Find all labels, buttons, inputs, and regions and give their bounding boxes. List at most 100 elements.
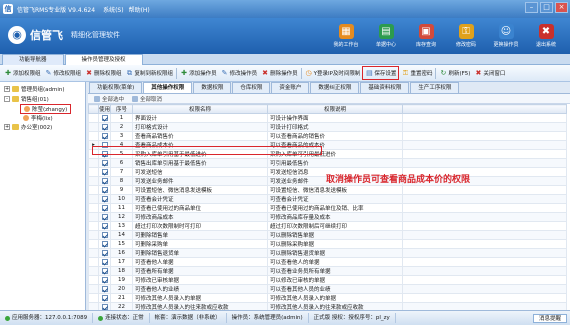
quick-button-desk[interactable]: ▦ 我的工作台 xyxy=(326,20,366,52)
menu-system[interactable]: 系统(S) xyxy=(103,5,124,14)
table-row[interactable]: 2 打印格式设计 可设计打印格式 xyxy=(88,122,567,132)
save-button[interactable]: ▤ 保存设置 xyxy=(362,66,400,80)
tree-node-admin-group[interactable]: + 管理员组(admin) xyxy=(4,85,65,93)
row-checkbox[interactable] xyxy=(98,248,111,258)
table-row[interactable]: 20 可查看他人的业绩 可以查看其他人员的业绩 xyxy=(88,284,567,294)
checkbox-icon[interactable] xyxy=(101,177,108,184)
checkbox-icon[interactable] xyxy=(101,159,108,166)
tree-node-sales-group[interactable]: - 销售组(01) xyxy=(4,95,49,103)
header-name[interactable]: 权限名称 xyxy=(132,104,268,114)
row-checkbox[interactable] xyxy=(98,293,111,303)
table-row[interactable]: 11 可查看已使用过的商品单位 可查看已使用过的商品单位及销、比率 xyxy=(88,203,567,213)
select-all-button[interactable]: 全部选中 xyxy=(94,95,124,103)
table-row[interactable]: 21 可修改其他人员录入的单据 可修改其他人员录入的单据 xyxy=(88,293,567,303)
expand-icon[interactable]: + xyxy=(4,86,10,92)
quick-button-users[interactable]: ☺ 更换操作员 xyxy=(486,20,526,52)
tab-navigator[interactable]: 功能导航器 xyxy=(2,54,64,65)
quick-button-stock[interactable]: ▣ 库存查询 xyxy=(406,20,446,52)
permission-tab-6[interactable]: 数据纠正权限 xyxy=(310,82,360,93)
row-checkbox[interactable] xyxy=(98,158,111,168)
header-use[interactable]: 使用 xyxy=(98,104,111,114)
checkbox-icon[interactable] xyxy=(101,123,108,130)
checkbox-icon[interactable] xyxy=(101,285,108,292)
row-checkbox[interactable] xyxy=(98,221,111,231)
row-checkbox[interactable] xyxy=(98,257,111,267)
row-checkbox[interactable] xyxy=(98,284,111,294)
permission-tab-7[interactable]: 基础资料权限 xyxy=(360,82,410,93)
delete-user-button[interactable]: ✖ 删除操作员 xyxy=(259,66,300,80)
quick-button-lock[interactable]: ⚿ 修改密码 xyxy=(446,20,486,52)
tree-node-operator-selected[interactable]: 陈莹(zhangy) xyxy=(20,104,72,114)
tree-node-office-group[interactable]: + 办公室(002) xyxy=(4,123,52,131)
permission-tab-1[interactable]: 功能权限(菜单) xyxy=(89,82,143,93)
tree-node-operator[interactable]: 李梅(lix) xyxy=(23,114,53,122)
table-row[interactable]: 13 超过打印次数限制时可打印 超过打印次数限制后可继续打印 xyxy=(88,221,567,231)
delete-group-button[interactable]: ✖ 删除权限组 xyxy=(83,66,124,80)
checkbox-icon[interactable] xyxy=(101,222,108,229)
checkbox-icon[interactable] xyxy=(101,213,108,220)
tab-operator-auth[interactable]: 操作员管理及授权 xyxy=(64,54,143,65)
row-checkbox[interactable] xyxy=(98,185,111,195)
row-checkbox[interactable] xyxy=(98,131,111,141)
permission-tab-2[interactable]: 其他操作权限 xyxy=(143,82,193,93)
row-checkbox[interactable] xyxy=(98,194,111,204)
header-desc[interactable]: 权限说明 xyxy=(267,104,403,114)
table-row[interactable]: 15 可删除采购单 可以删除采购单据 xyxy=(88,239,567,249)
table-row[interactable]: 1 界面设计 可设计操作界面 xyxy=(88,113,567,123)
checkbox-icon[interactable] xyxy=(101,132,108,139)
row-checkbox[interactable] xyxy=(98,176,111,186)
reset-password-button[interactable]: ⚿ 重置密码 xyxy=(399,66,434,80)
checkbox-icon[interactable] xyxy=(101,276,108,283)
add-user-button[interactable]: ✚ 添加操作员 xyxy=(178,66,219,80)
checkbox-icon[interactable] xyxy=(101,294,108,301)
row-checkbox[interactable] xyxy=(98,203,111,213)
minimize-icon[interactable]: – xyxy=(525,2,538,13)
checkbox-icon[interactable] xyxy=(101,195,108,202)
table-row[interactable]: 19 可修改已审核单据 可以修改已审核的单据 xyxy=(88,275,567,285)
message-reminder-button[interactable]: 消息提醒 xyxy=(532,314,567,323)
table-row[interactable]: 10 可查看会计凭证 可查看会计凭证 xyxy=(88,194,567,204)
edit-group-button[interactable]: ✎ 修改权限组 xyxy=(43,66,84,80)
table-row[interactable]: 16 可删除销售退货单 可以删除销售退货单据 xyxy=(88,248,567,258)
close-icon[interactable]: × xyxy=(555,2,568,13)
checkbox-icon[interactable] xyxy=(101,267,108,274)
table-row[interactable]: 18 可查看所有单据 可以查看业务员所有单据 xyxy=(88,266,567,276)
row-checkbox[interactable] xyxy=(98,212,111,222)
table-row[interactable]: 3 查看商品销售价 可以查看商品的销售价 xyxy=(88,131,567,141)
edit-user-button[interactable]: ✎ 修改操作员 xyxy=(219,66,260,80)
checkbox-icon[interactable] xyxy=(101,114,108,121)
permission-tab-4[interactable]: 仓库权限 xyxy=(232,82,271,93)
quick-button-exit[interactable]: ✖ 退出系统 xyxy=(526,20,566,52)
row-checkbox[interactable] xyxy=(98,239,111,249)
table-row[interactable]: 12 可修改商品成本 可修改商品库存量及成本 xyxy=(88,212,567,222)
checkbox-icon[interactable] xyxy=(101,186,108,193)
expand-icon[interactable]: + xyxy=(4,124,10,130)
table-row[interactable]: 17 可查看他人单据 可以查看他人的单据 xyxy=(88,257,567,267)
collapse-icon[interactable]: - xyxy=(4,96,10,102)
ip-limit-button[interactable]: ◷ Y登录IP及时间限制 xyxy=(303,66,363,80)
checkbox-icon[interactable] xyxy=(101,231,108,238)
checkbox-icon[interactable] xyxy=(101,249,108,256)
checkbox-icon[interactable] xyxy=(101,303,108,310)
add-group-button[interactable]: ✚ 添加权限组 xyxy=(2,66,43,80)
permission-tab-3[interactable]: 数据权限 xyxy=(193,82,232,93)
permission-tab-8[interactable]: 生产工序权限 xyxy=(410,82,460,93)
row-checkbox[interactable] xyxy=(98,122,111,132)
table-row[interactable]: 22 可修改其他人员录入的往来款或应收款 可修改其他人员录入的往来款或应收款 xyxy=(88,302,567,310)
header-no[interactable]: 序号 xyxy=(110,104,133,114)
table-row[interactable]: 9 可设置短信、微信消息发送模板 可设置短信、微信消息发送模板 xyxy=(88,185,567,195)
table-row[interactable]: 6 销售出库单引用基于最低售价 可引用最低售价 xyxy=(88,158,567,168)
deselect-all-button[interactable]: 全部取消 xyxy=(132,95,162,103)
copy-group-button[interactable]: ⧉ 复制到新权限组 xyxy=(124,66,176,80)
close-window-button[interactable]: ✖ 关闭窗口 xyxy=(472,66,507,80)
checkbox-icon[interactable] xyxy=(101,204,108,211)
menu-help[interactable]: 帮助(H) xyxy=(129,5,150,14)
checkbox-icon[interactable] xyxy=(101,258,108,265)
table-row[interactable]: 14 可删除销售单 可以删除销售单据 xyxy=(88,230,567,240)
row-checkbox[interactable] xyxy=(98,302,111,310)
row-checkbox[interactable] xyxy=(98,266,111,276)
refresh-button[interactable]: ↻ 刷新(F5) xyxy=(437,66,472,80)
quick-button-document[interactable]: ▤ 单据中心 xyxy=(366,20,406,52)
row-checkbox[interactable] xyxy=(98,113,111,123)
row-checkbox[interactable] xyxy=(98,275,111,285)
